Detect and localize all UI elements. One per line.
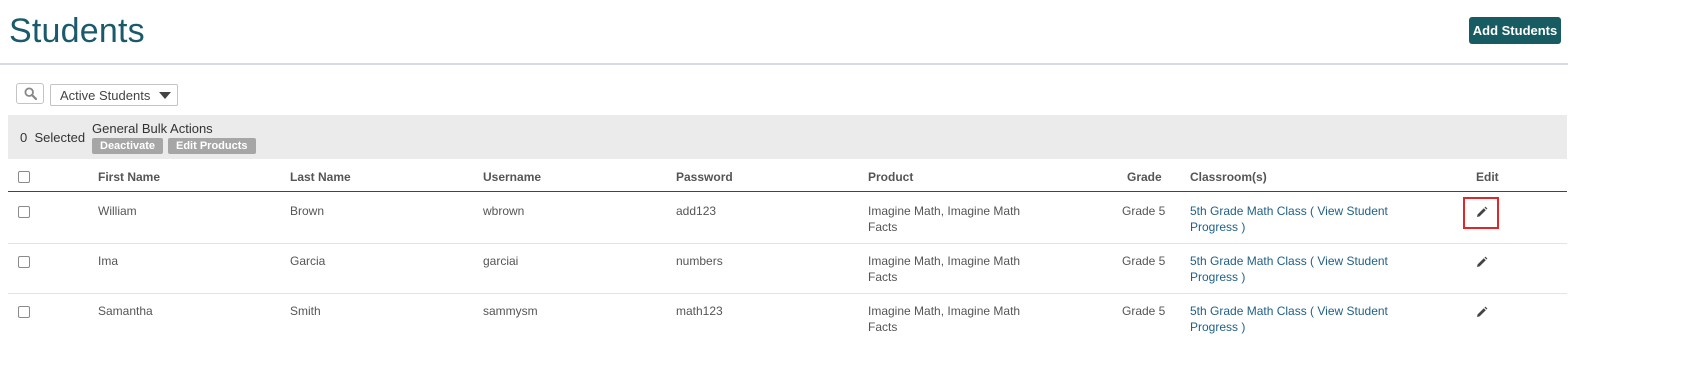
last-name-cell: Garcia (290, 254, 326, 268)
product-line-1: Imagine Math, Imagine Math (868, 304, 1021, 318)
select-all-checkbox[interactable] (18, 171, 30, 183)
first-name-cell: Samantha (98, 304, 153, 318)
column-header-product[interactable]: Product (868, 170, 913, 184)
deactivate-button[interactable]: Deactivate (92, 138, 164, 154)
classroom-line-1[interactable]: 5th Grade Math Class ( View Student (1190, 203, 1388, 219)
grade-cell: Grade 5 (1122, 304, 1166, 318)
edit-products-button[interactable]: Edit Products (168, 138, 256, 154)
last-name-cell: Brown (290, 204, 325, 218)
column-header-classrooms[interactable]: Classroom(s) (1190, 170, 1267, 184)
column-header-first-name[interactable]: First Name (98, 170, 160, 184)
first-name-cell: William (98, 204, 137, 218)
row-checkbox[interactable] (18, 306, 30, 318)
product-line-2: Facts (868, 270, 898, 284)
password-cell: add123 (676, 204, 717, 218)
password-cell: numbers (676, 254, 723, 268)
classroom-link[interactable]: 5th Grade Math Class ( View Student Prog… (1190, 303, 1388, 335)
student-status-value: Active Students (60, 87, 151, 103)
header-divider (0, 63, 1568, 65)
pencil-icon (1476, 256, 1487, 267)
caret-down-icon (159, 92, 171, 99)
edit-student-button[interactable] (1470, 203, 1492, 221)
selected-count-label: Selected (34, 130, 86, 145)
row-checkbox[interactable] (18, 206, 30, 218)
selected-count-value: 0 (20, 130, 28, 145)
username-cell: sammysm (483, 304, 538, 318)
row-divider (8, 293, 1567, 294)
row-divider (8, 243, 1567, 244)
product-cell: Imagine Math, Imagine Math Facts (868, 203, 1020, 235)
grade-cell: Grade 5 (1122, 254, 1166, 268)
add-students-button[interactable]: Add Students (1469, 17, 1561, 44)
table-header-divider (8, 191, 1567, 192)
page-title: Students (9, 12, 145, 50)
username-cell: wbrown (483, 204, 525, 218)
last-name-cell: Smith (290, 304, 321, 318)
product-cell: Imagine Math, Imagine Math Facts (868, 253, 1020, 285)
pencil-icon (1476, 206, 1487, 217)
search-icon (23, 87, 37, 100)
column-header-grade[interactable]: Grade (1127, 170, 1162, 184)
pencil-icon (1476, 306, 1487, 317)
column-header-username[interactable]: Username (483, 170, 541, 184)
classroom-line-2[interactable]: Progress ) (1190, 319, 1388, 335)
classroom-line-1[interactable]: 5th Grade Math Class ( View Student (1190, 303, 1388, 319)
classroom-line-1[interactable]: 5th Grade Math Class ( View Student (1190, 253, 1388, 269)
edit-student-button[interactable] (1470, 303, 1492, 321)
column-header-edit: Edit (1476, 170, 1499, 184)
classroom-link[interactable]: 5th Grade Math Class ( View Student Prog… (1190, 253, 1388, 285)
product-line-2: Facts (868, 220, 898, 234)
column-header-password[interactable]: Password (676, 170, 733, 184)
product-line-2: Facts (868, 320, 898, 334)
product-line-1: Imagine Math, Imagine Math (868, 254, 1021, 268)
username-cell: garciai (483, 254, 519, 268)
grade-cell: Grade 5 (1122, 204, 1166, 218)
product-line-1: Imagine Math, Imagine Math (868, 204, 1021, 218)
first-name-cell: Ima (98, 254, 119, 268)
classroom-line-2[interactable]: Progress ) (1190, 219, 1388, 235)
column-header-last-name[interactable]: Last Name (290, 170, 351, 184)
edit-student-button[interactable] (1470, 253, 1492, 271)
password-cell: math123 (676, 304, 723, 318)
search-button[interactable] (16, 83, 44, 104)
selected-count: 0 Selected (20, 130, 85, 145)
row-checkbox[interactable] (18, 256, 30, 268)
student-status-select[interactable]: Active Students (50, 84, 178, 106)
product-cell: Imagine Math, Imagine Math Facts (868, 303, 1020, 335)
bulk-actions-bar: 0 Selected General Bulk Actions Deactiva… (8, 115, 1567, 159)
classroom-link[interactable]: 5th Grade Math Class ( View Student Prog… (1190, 203, 1388, 235)
classroom-line-2[interactable]: Progress ) (1190, 269, 1388, 285)
bulk-actions-title: General Bulk Actions (92, 121, 213, 136)
